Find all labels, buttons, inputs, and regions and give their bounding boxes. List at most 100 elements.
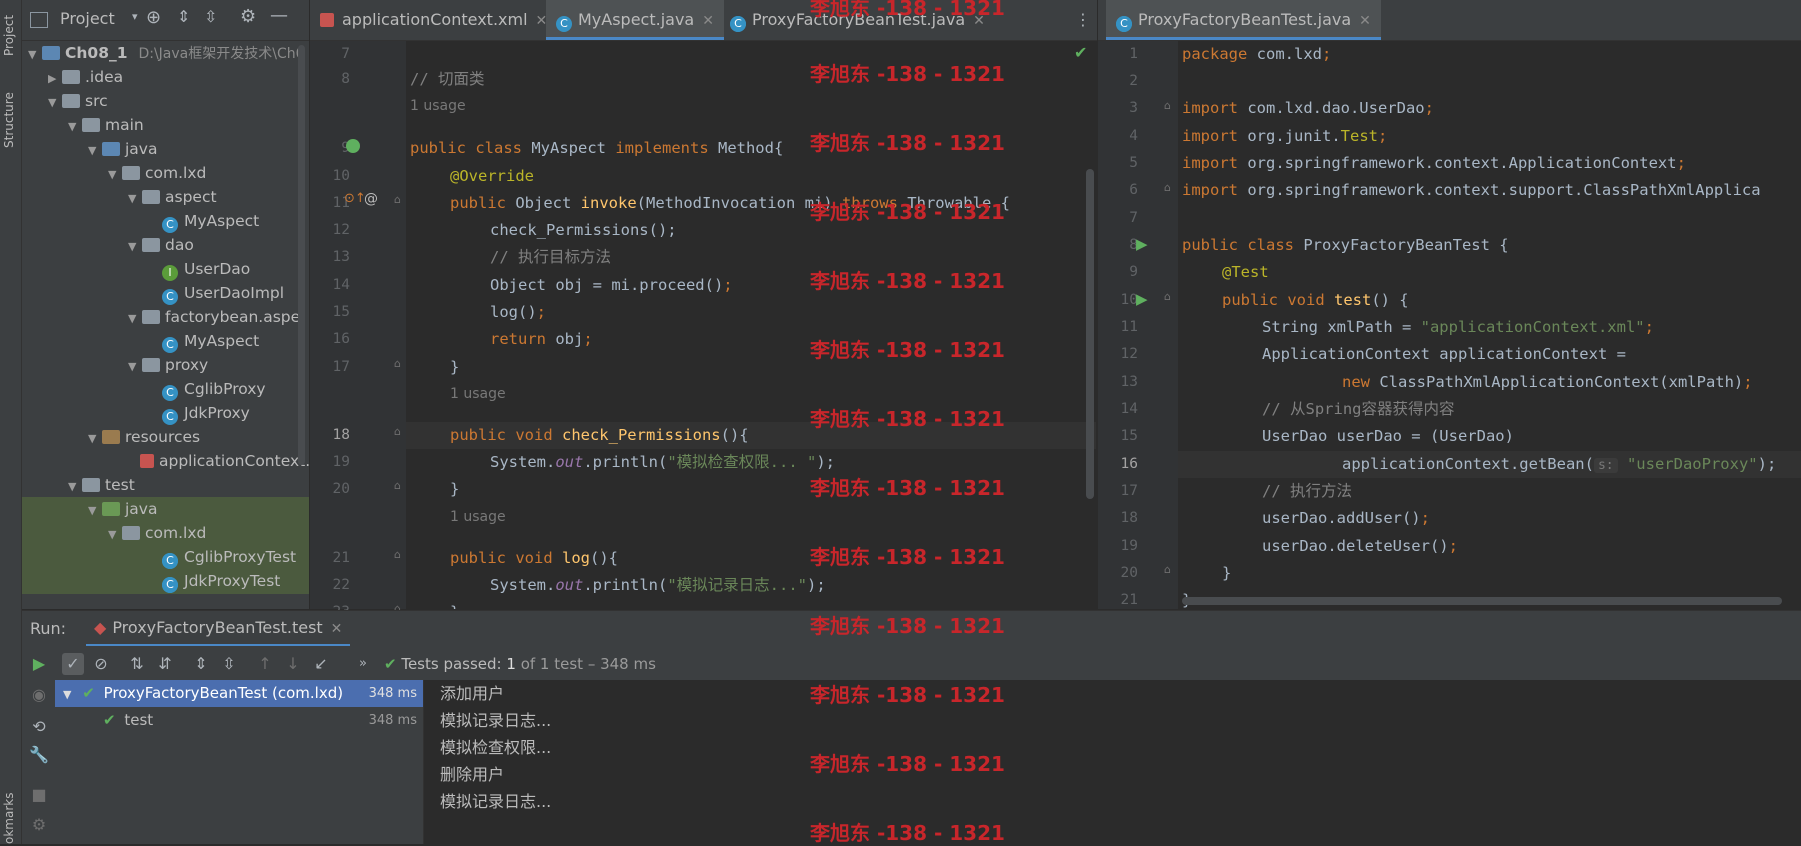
run-test-method-icon[interactable]: ▶ [1136, 290, 1148, 308]
class-icon: C [162, 409, 178, 425]
line-number: 10 [332, 168, 350, 184]
tree-item[interactable]: ▼ dao [128, 233, 194, 258]
tree-item[interactable]: C MyAspect [162, 329, 259, 354]
run-test-class-icon[interactable]: ▶ [1136, 235, 1148, 253]
locate-icon[interactable]: ⊕ [146, 7, 161, 28]
close-icon[interactable]: ✕ [702, 13, 714, 29]
previous-failed-icon[interactable]: ↑ [254, 653, 276, 675]
next-failed-icon[interactable]: ↓ [282, 653, 304, 675]
right-editor-code[interactable]: package com.lxd; import com.lxd.dao.User… [1178, 41, 1801, 609]
fold-icon[interactable]: ⌂ [394, 425, 401, 438]
line-number: 15 [1120, 428, 1138, 444]
collapse-all-icon[interactable]: ⇳ [204, 7, 217, 26]
tree-item[interactable]: ▼ com.lxd [22, 521, 309, 546]
close-icon[interactable]: ✕ [331, 621, 343, 637]
tree-item[interactable]: ▼ resources [88, 425, 200, 450]
show-ignored-icon[interactable]: ⊘ [90, 653, 112, 675]
watermark: 李旭东 -138 - 1321 [810, 269, 1005, 293]
left-editor-scrollbar[interactable] [1086, 169, 1094, 499]
camera-icon[interactable]: ◉ [28, 684, 50, 706]
usage-hint[interactable]: 1 usage [450, 504, 506, 531]
inspection-ok-icon[interactable]: ✔ [1074, 43, 1087, 62]
tree-item[interactable]: ▶ .idea [48, 65, 123, 90]
tree-item[interactable]: C CglibProxyTest [22, 545, 309, 570]
tree-item[interactable]: C MyAspect [162, 209, 259, 234]
code-line: } [450, 358, 460, 376]
tree-item[interactable]: ▼ aspect [128, 185, 217, 210]
project-tool-button[interactable]: Project [2, 15, 16, 56]
line-number: 7 [341, 46, 350, 62]
tree-item[interactable]: ▼ src [48, 89, 108, 114]
tree-item[interactable]: C UserDaoImpl [162, 281, 284, 306]
hide-panel-icon[interactable]: — [270, 5, 288, 26]
fold-icon[interactable]: ⌂ [394, 548, 401, 561]
rerun-icon[interactable]: ▶ [28, 653, 50, 675]
tree-item[interactable]: C CglibProxy [162, 377, 266, 402]
override-gutter-icon[interactable]: ⊙↑ [344, 191, 366, 206]
line-number: 16 [1120, 456, 1138, 472]
line-number: 14 [1120, 401, 1138, 417]
watermark: 李旭东 -138 - 1321 [810, 200, 1005, 224]
wrench-icon[interactable]: 🔧 [28, 744, 50, 766]
tree-item[interactable]: C JdkProxyTest [22, 569, 309, 594]
fold-icon[interactable]: ⌂ [1164, 99, 1171, 112]
fold-icon[interactable]: ⌂ [394, 357, 401, 370]
sort-alpha-icon[interactable]: ⇅ [126, 653, 148, 675]
line-number: 11 [1120, 319, 1138, 335]
sort-duration-icon[interactable]: ⇵ [154, 653, 176, 675]
tab-proxy-factory-bean-test-java-right[interactable]: C ProxyFactoryBeanTest.java ✕ [1106, 0, 1381, 40]
tab-my-aspect-java[interactable]: C MyAspect.java ✕ [546, 0, 724, 40]
structure-tool-button[interactable]: Structure [2, 92, 16, 148]
fold-icon[interactable]: ⌂ [1164, 563, 1171, 576]
test-suite-row[interactable]: ▼ ✔ ProxyFactoryBeanTest (com.lxd) 348 m… [55, 680, 423, 707]
stop-icon[interactable]: ■ [28, 784, 50, 806]
console-output[interactable]: 添加用户 模拟记录日志... 模拟检查权限... 删除用户 模拟记录日志... [424, 680, 1801, 844]
tree-item[interactable]: ▼ com.lxd [108, 161, 206, 186]
project-view-dropdown-icon[interactable]: ▾ [132, 10, 138, 23]
tree-item[interactable]: ▼ main [68, 113, 144, 138]
import-tests-icon[interactable]: ↙ [310, 653, 332, 675]
fold-icon[interactable]: ⌂ [394, 479, 401, 492]
tree-item[interactable]: applicationContext.x [140, 449, 309, 474]
annotation-gutter-icon[interactable]: @ [364, 191, 378, 207]
tree-item[interactable]: ▼ factorybean.aspe [128, 305, 300, 330]
tree-item[interactable]: ▼ java [88, 137, 157, 162]
settings-icon[interactable]: ⚙ [28, 814, 50, 836]
test-case-row[interactable]: ✔ test 348 ms [55, 707, 423, 734]
fold-icon[interactable]: ⌂ [1164, 181, 1171, 194]
gear-icon[interactable]: ⚙ [240, 6, 256, 27]
project-panel-title[interactable]: Project [60, 9, 115, 28]
tree-item[interactable]: ▼ proxy [128, 353, 208, 378]
console-line: 删除用户 [440, 765, 505, 784]
fold-icon[interactable]: ⌂ [1164, 290, 1171, 303]
usage-hint[interactable]: 1 usage [450, 381, 506, 408]
expand-all-icon[interactable]: ⇕ [177, 7, 190, 26]
project-scrollbar[interactable] [298, 45, 305, 465]
tree-item-module[interactable]: ▼ Ch08_1 D:\Java框架开发技术\Ch0 [28, 41, 305, 66]
code-line: System.out.println("模拟检查权限... "); [490, 453, 835, 471]
line-number: 17 [1120, 483, 1138, 499]
more-actions-icon[interactable]: » [352, 653, 374, 675]
more-tabs-icon[interactable]: ⋮ [1075, 10, 1091, 29]
tree-item[interactable]: C JdkProxy [162, 401, 250, 426]
usage-hint[interactable]: 1 usage [410, 93, 466, 120]
tree-item[interactable]: ▼ test [68, 473, 135, 498]
rerun-debug-icon[interactable]: ⟲ [28, 716, 50, 738]
code-line: // 执行方法 [1262, 482, 1352, 500]
tab-application-context-xml[interactable]: applicationContext.xml ✕ [320, 0, 547, 40]
collapse-all-icon[interactable]: ⇳ [218, 653, 240, 675]
tree-item[interactable]: ▼ java [22, 497, 309, 522]
check-icon: ✔ [82, 684, 95, 702]
fold-icon[interactable]: ⌂ [394, 193, 401, 206]
bookmarks-tool-button[interactable]: okmarks [2, 793, 16, 844]
close-icon[interactable]: ✕ [1359, 13, 1371, 29]
right-editor-hscrollbar[interactable] [1182, 597, 1782, 605]
code-line: Object obj = mi.proceed(); [490, 276, 733, 294]
run-tab[interactable]: ◆ ProxyFactoryBeanTest.test ✕ [86, 611, 351, 647]
tree-item[interactable]: I UserDao [162, 257, 250, 282]
test-folder-icon [102, 502, 120, 516]
expand-all-icon[interactable]: ⇕ [190, 653, 212, 675]
show-passed-icon[interactable]: ✓ [62, 653, 84, 675]
bean-gutter-icon[interactable] [346, 139, 360, 153]
code-line: // 切面类 [410, 70, 485, 88]
